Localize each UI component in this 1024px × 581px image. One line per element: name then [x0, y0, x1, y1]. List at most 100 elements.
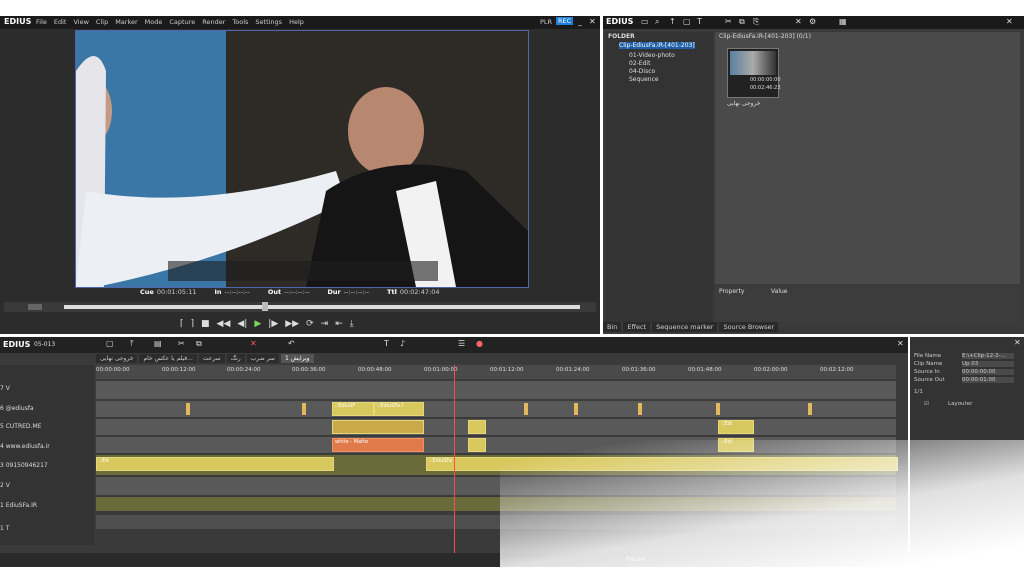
- clip-marker[interactable]: [186, 403, 190, 415]
- open-icon[interactable]: ⤒: [130, 339, 134, 349]
- timeline-clip[interactable]: ::EdiuSFa: [426, 457, 898, 471]
- cut-tl-icon[interactable]: ✂: [178, 339, 185, 348]
- track-header-5[interactable]: 5 CUTRED.ME: [0, 423, 94, 430]
- tree-root[interactable]: Clip-EdiusFa.iR-[401-203]: [619, 42, 695, 49]
- up-folder-icon[interactable]: ↑: [669, 17, 676, 26]
- clip-marker[interactable]: [716, 403, 720, 415]
- new-sequence-icon[interactable]: ▢: [106, 339, 114, 348]
- undo-icon[interactable]: ↶: [288, 339, 295, 348]
- view-icon[interactable]: ▦: [839, 17, 847, 26]
- minimize-icon[interactable]: _: [578, 17, 582, 26]
- track-header-6[interactable]: 6 @ediusfa: [0, 405, 94, 412]
- record-icon[interactable]: ●: [476, 339, 483, 348]
- export-icon[interactable]: ⤓: [350, 319, 354, 329]
- timeline-clip[interactable]: [468, 438, 486, 452]
- step-back-icon[interactable]: ◀|: [237, 319, 247, 329]
- tab-beat[interactable]: سر ضرب: [246, 354, 279, 363]
- title-icon[interactable]: T: [697, 17, 702, 26]
- tab-raw-footage[interactable]: فیلم یا عکس خام...: [139, 354, 197, 363]
- timeline-clip[interactable]: ::Edi: [718, 420, 754, 434]
- menu-tools[interactable]: Tools: [232, 18, 248, 26]
- tab-color[interactable]: رنگ: [226, 354, 245, 363]
- menu-settings[interactable]: Settings: [255, 18, 282, 26]
- track-lane[interactable]: ::EdiuSF ::EdiuSFa.I: [96, 401, 896, 417]
- track-lane[interactable]: white - Matte ::Edi: [96, 437, 896, 453]
- clip-marker[interactable]: [638, 403, 642, 415]
- clip-marker[interactable]: [524, 403, 528, 415]
- playhead[interactable]: [454, 365, 455, 565]
- menu-clip[interactable]: Clip: [96, 18, 108, 26]
- track-lane[interactable]: [96, 497, 896, 511]
- folder-icon[interactable]: ▭: [641, 17, 649, 26]
- timeline-clip[interactable]: ::EdiuSF: [332, 402, 374, 416]
- seek-track[interactable]: [64, 305, 580, 309]
- set-in-icon[interactable]: ⌈: [180, 319, 184, 329]
- track-lane[interactable]: ::Ed ::EdiuSFa: [96, 455, 898, 475]
- menu-file[interactable]: File: [36, 18, 47, 26]
- timeline-close-icon[interactable]: ✕: [897, 339, 904, 348]
- tree-folder-video-photo[interactable]: 01-Video-photo: [629, 52, 675, 59]
- plr-toggle[interactable]: PLR: [540, 18, 552, 26]
- clip-marker[interactable]: [574, 403, 578, 415]
- track-lane[interactable]: ::Edi: [96, 419, 896, 435]
- fast-forward-icon[interactable]: ▶▶: [285, 319, 299, 329]
- tab-final-output[interactable]: خروجی نهایی: [96, 354, 138, 363]
- track-header-4[interactable]: 4 www.ediusfa.ir: [0, 443, 94, 450]
- layouter-checkbox-icon[interactable]: ☑: [924, 401, 929, 407]
- step-forward-icon[interactable]: |▶: [268, 319, 278, 329]
- tab-bin[interactable]: Bin: [603, 322, 622, 332]
- clip-marker[interactable]: [808, 403, 812, 415]
- new-clip-icon[interactable]: ▢: [683, 17, 691, 26]
- timeline-ruler[interactable]: 00:00:00:00 00:00:12:00 00:00:24:00 00:0…: [96, 365, 896, 379]
- seek-handle[interactable]: [262, 302, 268, 311]
- close-icon[interactable]: ✕: [589, 17, 596, 26]
- track-header-1t[interactable]: 1 T: [0, 525, 94, 532]
- track-header-7v[interactable]: 7 V: [0, 385, 94, 392]
- tree-folder-sequence[interactable]: Sequence: [629, 76, 659, 83]
- delete-icon[interactable]: ✕: [795, 17, 802, 26]
- menu-mode[interactable]: Mode: [145, 18, 163, 26]
- set-out-icon[interactable]: ⌉: [191, 319, 195, 329]
- save-icon[interactable]: ▤: [154, 339, 162, 348]
- paste-icon[interactable]: ⎘: [753, 17, 759, 27]
- timeline-clip[interactable]: ::Edi: [718, 438, 754, 452]
- track-lane[interactable]: [96, 381, 896, 399]
- copy-tl-icon[interactable]: ⧉: [196, 339, 202, 349]
- shuttle-slider[interactable]: [28, 304, 42, 310]
- menu-render[interactable]: Render: [202, 18, 225, 26]
- clip-thumbnail[interactable]: 00:00:00:00 00:02:46:23: [727, 48, 781, 98]
- track-header-1[interactable]: 1 EdiuSFa.IR: [0, 502, 94, 509]
- tab-sequence-marker[interactable]: Sequence marker: [652, 322, 718, 332]
- cut-icon[interactable]: ✂: [725, 17, 732, 26]
- tree-folder-edit[interactable]: 02-Edit: [629, 60, 650, 67]
- track-lane[interactable]: [96, 477, 896, 495]
- tab-speed[interactable]: سرعت: [198, 354, 225, 363]
- track-header-2v[interactable]: 2 V: [0, 482, 94, 489]
- insert-icon[interactable]: ⇥: [321, 319, 329, 329]
- stop-icon[interactable]: ■: [201, 319, 210, 329]
- rewind-icon[interactable]: ◀◀: [217, 319, 231, 329]
- loop-icon[interactable]: ⟳: [306, 319, 314, 329]
- timeline-clip[interactable]: [468, 420, 486, 434]
- menu-marker[interactable]: Marker: [115, 18, 137, 26]
- tree-folder-disco[interactable]: 04-Disco: [629, 68, 655, 75]
- title-tl-icon[interactable]: T: [384, 339, 389, 348]
- track-lane[interactable]: [96, 515, 896, 529]
- tab-source-browser[interactable]: Source Browser: [719, 322, 779, 332]
- search-icon[interactable]: ⌕: [655, 17, 659, 27]
- bin-close-icon[interactable]: ✕: [1006, 17, 1013, 26]
- white-matte-clip[interactable]: white - Matte: [332, 438, 424, 452]
- tab-edit-1[interactable]: ویرایش 1: [280, 354, 314, 363]
- menu-edit[interactable]: Edit: [54, 18, 67, 26]
- menu-help[interactable]: Help: [289, 18, 304, 26]
- mixer-icon[interactable]: ☰: [458, 339, 465, 348]
- timeline-clip[interactable]: ::Ed: [96, 457, 334, 471]
- menu-capture[interactable]: Capture: [169, 18, 195, 26]
- clip-marker[interactable]: [302, 403, 306, 415]
- info-close-icon[interactable]: ✕: [1014, 338, 1021, 347]
- properties-icon[interactable]: ⚙: [809, 17, 816, 26]
- play-icon[interactable]: ▶: [254, 319, 261, 329]
- track-header-3[interactable]: 3 09150946217: [0, 462, 94, 469]
- copy-icon[interactable]: ⧉: [739, 17, 745, 27]
- tab-effect[interactable]: Effect: [623, 322, 651, 332]
